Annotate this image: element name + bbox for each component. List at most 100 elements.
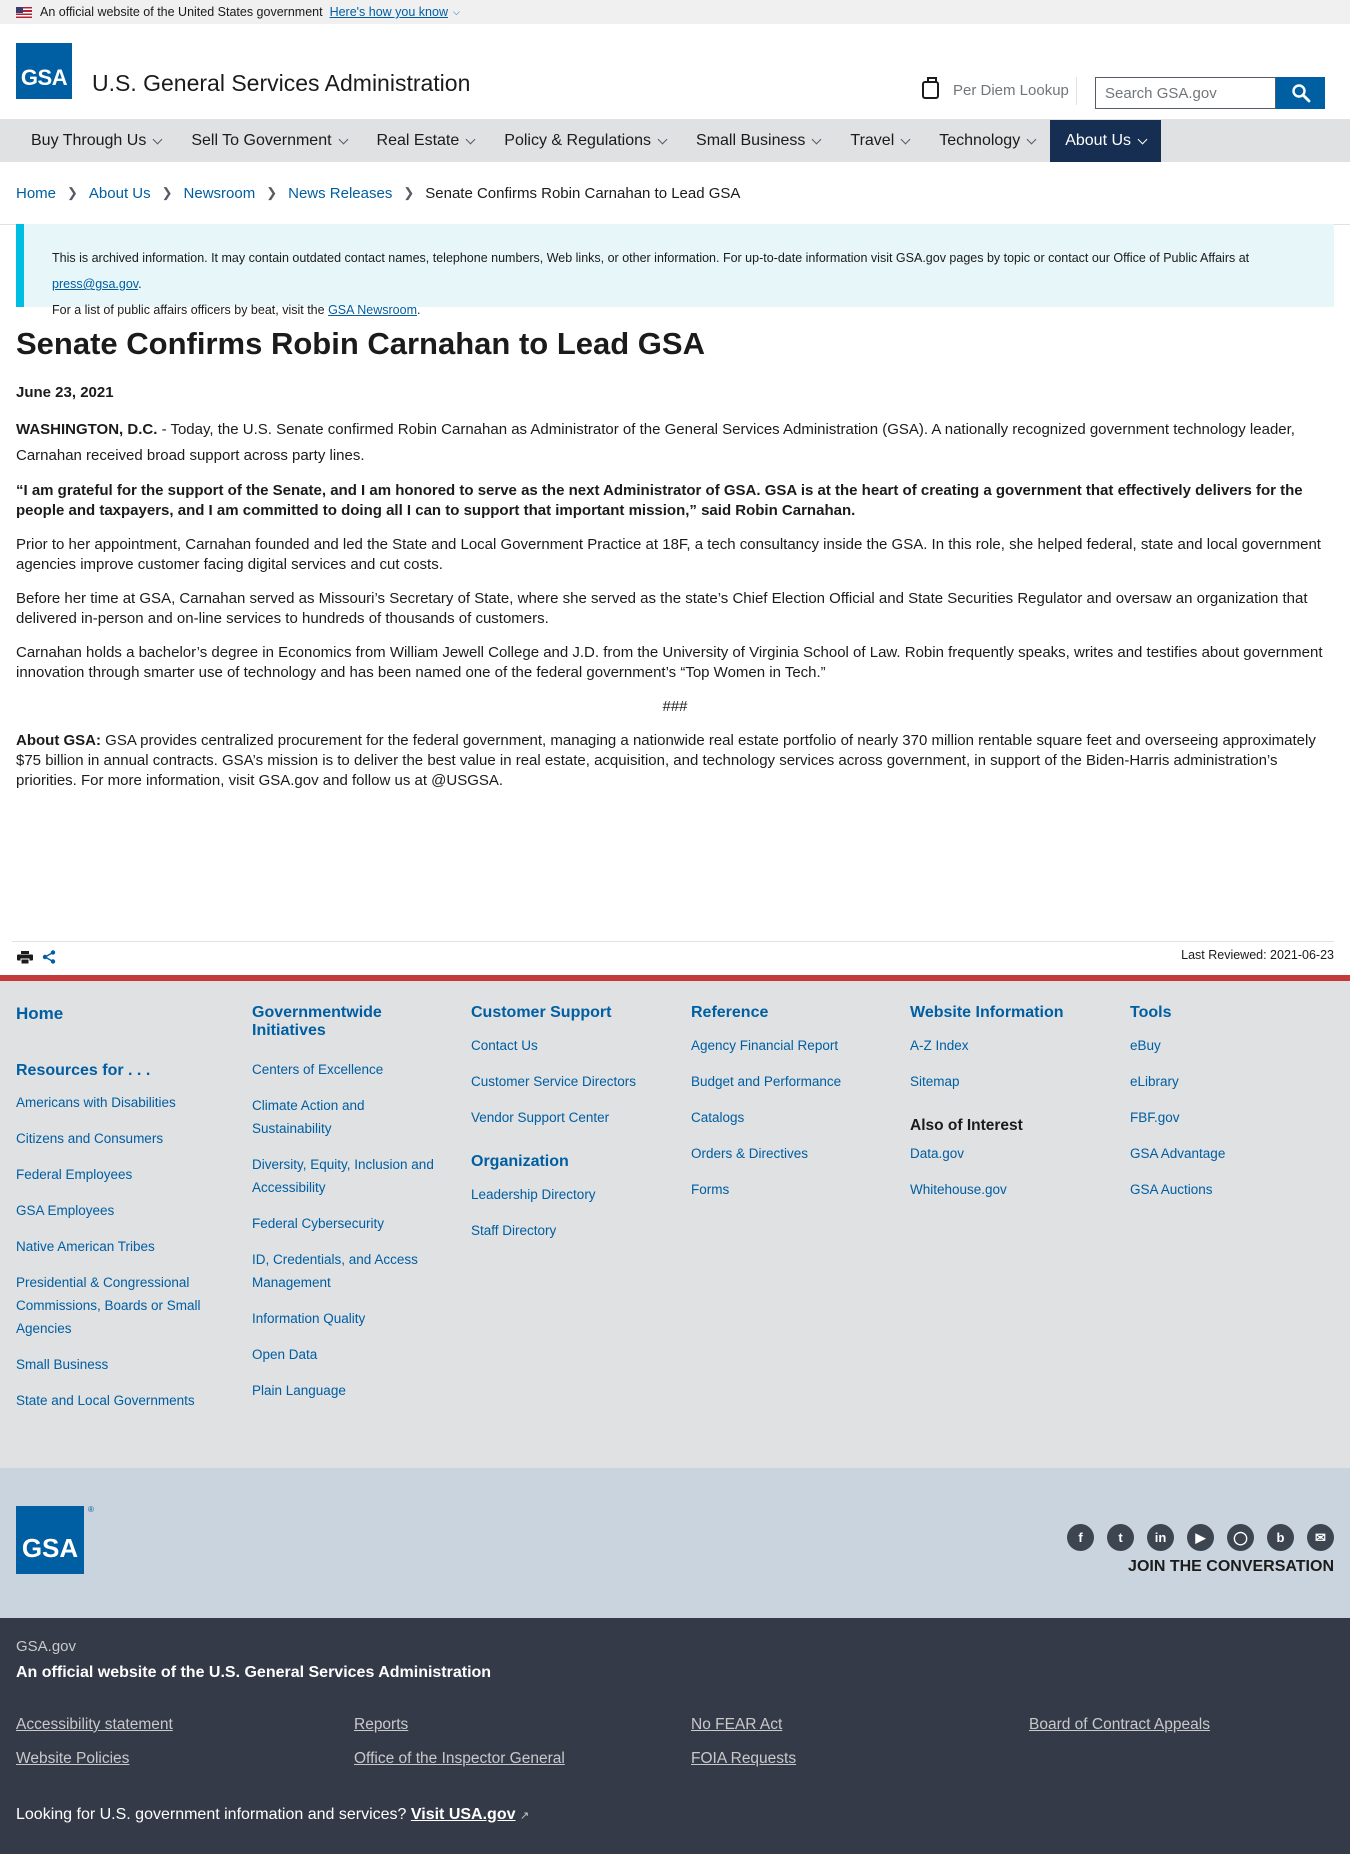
footer-link[interactable]: Climate Action and Sustainability [252, 1094, 442, 1140]
how-you-know-link[interactable]: Here's how you know [330, 5, 448, 19]
foia-link[interactable]: FOIA Requests [691, 1750, 796, 1768]
twitter-icon[interactable]: t [1107, 1524, 1134, 1551]
nav-item-real-estate[interactable]: Real Estate [362, 120, 490, 162]
footer-link[interactable]: A-Z Index [910, 1034, 1110, 1057]
breadcrumb-about-us[interactable]: About Us [89, 185, 151, 202]
nav-item-about-us[interactable]: About Us [1050, 120, 1162, 162]
footer-link[interactable]: Information Quality [252, 1307, 442, 1330]
footer-col-reference: Reference Agency Financial Report Budget … [691, 1004, 891, 1201]
footer-link[interactable]: Citizens and Consumers [16, 1127, 216, 1150]
chevron-down-icon[interactable]: ⌵ [453, 7, 460, 18]
footer-link[interactable]: Agency Financial Report [691, 1034, 891, 1057]
footer-link[interactable]: Data.gov [910, 1142, 1110, 1165]
footer-link[interactable]: Federal Employees [16, 1163, 216, 1186]
no-fear-act-link[interactable]: No FEAR Act [691, 1716, 782, 1734]
breadcrumb-newsroom[interactable]: Newsroom [184, 185, 256, 202]
accessibility-link[interactable]: Accessibility statement [16, 1716, 173, 1734]
facebook-icon[interactable]: f [1067, 1524, 1094, 1551]
breadcrumb-news-releases[interactable]: News Releases [288, 185, 392, 202]
organization-heading: Organization [471, 1153, 569, 1170]
footer-link[interactable]: Americans with Disabilities [16, 1091, 216, 1114]
breadcrumb-home[interactable]: Home [16, 185, 56, 202]
suitcase-icon [922, 77, 939, 99]
footer-home-link[interactable]: Home [16, 1004, 216, 1024]
footer-link[interactable]: eLibrary [1130, 1070, 1330, 1093]
footer-link[interactable]: eBuy [1130, 1034, 1330, 1057]
website-policies-link[interactable]: Website Policies [16, 1750, 129, 1768]
footer-link[interactable]: GSA Advantage [1130, 1142, 1330, 1165]
footer-link[interactable]: Leadership Directory [471, 1183, 671, 1206]
chevron-down-icon [657, 134, 668, 144]
footer-link[interactable]: Diversity, Equity, Inclusion and Accessi… [252, 1153, 442, 1199]
footer-link[interactable]: Budget and Performance [691, 1070, 891, 1093]
share-icon[interactable] [42, 950, 56, 964]
per-diem-label: Per Diem Lookup [953, 81, 1069, 99]
footer-link[interactable]: Small Business [16, 1353, 216, 1376]
footer-link[interactable]: Native American Tribes [16, 1235, 216, 1258]
footer-link[interactable]: Vendor Support Center [471, 1106, 671, 1129]
gsa-footer-logo[interactable]: GSA [16, 1506, 84, 1574]
print-icon[interactable] [17, 951, 33, 964]
footer-link[interactable]: GSA Auctions [1130, 1178, 1330, 1201]
footer-link[interactable]: GSA Employees [16, 1199, 216, 1222]
nav-item-small-business[interactable]: Small Business [681, 120, 835, 162]
identifier-domain: GSA.gov [16, 1638, 77, 1655]
usa-gov-line: Looking for U.S. government information … [16, 1806, 530, 1823]
footer-link[interactable]: Catalogs [691, 1106, 891, 1129]
nav-item-buy-through-us[interactable]: Buy Through Us [16, 120, 176, 162]
nav-item-sell-to-government[interactable]: Sell To Government [176, 120, 361, 162]
tools-heading: Tools [1130, 1004, 1172, 1021]
footer-link[interactable]: Staff Directory [471, 1219, 671, 1242]
nav-item-travel[interactable]: Travel [835, 120, 924, 162]
footer-link[interactable]: Plain Language [252, 1379, 442, 1402]
footer-link[interactable]: Presidential & Congressional Commissions… [16, 1271, 216, 1340]
reports-link[interactable]: Reports [354, 1716, 408, 1734]
nav-item-policy-regulations[interactable]: Policy & Regulations [489, 120, 681, 162]
footer-link[interactable]: Open Data [252, 1343, 442, 1366]
footer-link[interactable]: Federal Cybersecurity [252, 1212, 442, 1235]
article: Senate Confirms Robin Carnahan to Lead G… [16, 326, 1334, 805]
identifier-title: An official website of the U.S. General … [16, 1664, 492, 1681]
gov-banner: An official website of the United States… [0, 0, 1350, 24]
identifier: GSA.gov An official website of the U.S. … [0, 1618, 1350, 1854]
footer-link[interactable]: Centers of Excellence [252, 1058, 442, 1081]
footer-link[interactable]: Forms [691, 1178, 891, 1201]
press-email-link[interactable]: press@gsa.gov [52, 277, 138, 291]
usa-gov-link[interactable]: Visit USA.gov [411, 1806, 516, 1823]
footer-link[interactable]: Contact Us [471, 1034, 671, 1057]
footer-link[interactable]: Whitehouse.gov [910, 1178, 1110, 1201]
search-input[interactable]: Search GSA.gov [1095, 77, 1276, 109]
last-reviewed: Last Reviewed: 2021-06-23 [1181, 948, 1334, 962]
interest-heading: Also of Interest [910, 1117, 1023, 1134]
header-divider [1076, 77, 1077, 105]
per-diem-link[interactable]: Per Diem Lookup [922, 77, 1069, 99]
nav-label: Travel [850, 132, 895, 149]
footer-link[interactable]: Orders & Directives [691, 1142, 891, 1165]
chevron-down-icon [900, 134, 911, 144]
footer-secondary: GSA ® f t in ▶ ◯ b ✉ JOIN THE CONVERSATI… [0, 1468, 1350, 1618]
instagram-icon[interactable]: ◯ [1227, 1524, 1254, 1551]
footer-link[interactable]: State and Local Governments [16, 1389, 216, 1412]
us-flag-icon [16, 6, 32, 18]
search-button[interactable] [1276, 77, 1325, 109]
support-heading: Customer Support [471, 1004, 612, 1021]
site-title[interactable]: U.S. General Services Administration [92, 70, 470, 97]
article-quote: “I am grateful for the support of the Se… [16, 482, 1303, 519]
footer-link[interactable]: ID, Credentials, and Access Management [252, 1248, 442, 1294]
gsa-logo[interactable]: GSA [16, 43, 72, 99]
youtube-icon[interactable]: ▶ [1187, 1524, 1214, 1551]
email-icon[interactable]: ✉ [1307, 1524, 1334, 1551]
gsa-newsroom-link[interactable]: GSA Newsroom [328, 303, 417, 317]
contract-appeals-link[interactable]: Board of Contract Appeals [1029, 1716, 1210, 1734]
nav-item-technology[interactable]: Technology [924, 120, 1050, 162]
nav-label: Buy Through Us [31, 132, 147, 149]
archive-alert: This is archived information. It may con… [16, 224, 1334, 317]
footer-link[interactable]: FBF.gov [1130, 1106, 1330, 1129]
footer-link[interactable]: Sitemap [910, 1070, 1110, 1093]
site-header: GSA U.S. General Services Administration… [0, 24, 1350, 120]
blog-icon[interactable]: b [1267, 1524, 1294, 1551]
linkedin-icon[interactable]: in [1147, 1524, 1174, 1551]
inspector-general-link[interactable]: Office of the Inspector General [354, 1750, 565, 1768]
footer-col-initiatives: Governmentwide Initiatives Centers of Ex… [252, 1004, 442, 1402]
footer-link[interactable]: Customer Service Directors [471, 1070, 671, 1093]
